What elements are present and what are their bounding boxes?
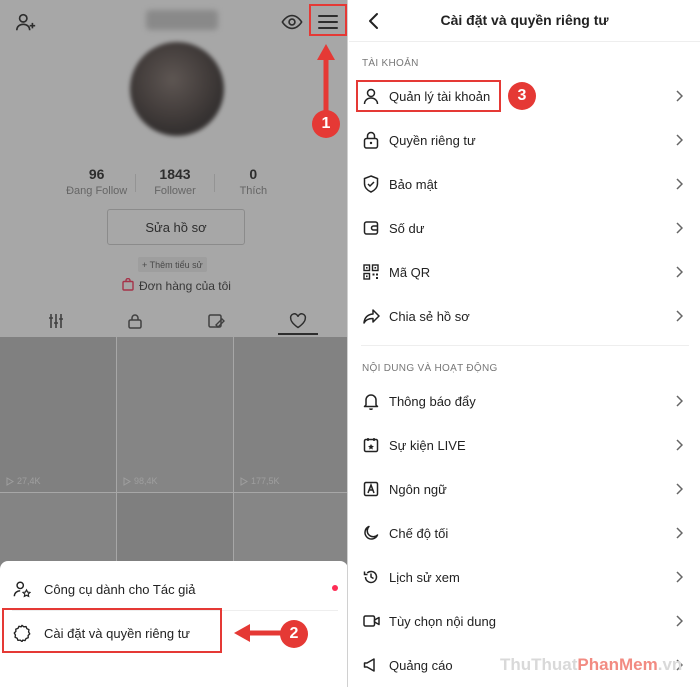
settings-item-dark-mode[interactable]: Chế độ tối (349, 511, 700, 555)
chevron-right-icon (672, 614, 686, 628)
chevron-right-icon (672, 265, 686, 279)
chevron-right-icon (672, 309, 686, 323)
bell-icon (361, 391, 381, 411)
chevron-right-icon (672, 133, 686, 147)
section-title-content: NỘI DUNG VÀ HOẠT ĐỘNG (362, 363, 498, 374)
annotation-arrow-left (234, 624, 284, 642)
chevron-right-icon (672, 221, 686, 235)
settings-item-push-notifications[interactable]: Thông báo đẩy (349, 379, 700, 423)
settings-item-label: Ngôn ngữ (389, 481, 447, 497)
section-title-account: TÀI KHOẢN (362, 58, 419, 69)
settings-item-label: Chế độ tối (389, 525, 449, 541)
chevron-right-icon (672, 570, 686, 584)
calendar-icon (361, 435, 381, 455)
chevron-right-icon (672, 482, 686, 496)
settings-item-label: Số dư (389, 220, 425, 236)
settings-item-content-preferences[interactable]: Tùy chọn nội dung (349, 599, 700, 643)
settings-item-security[interactable]: Bảo mật (349, 162, 700, 206)
step-badge-3: 3 (508, 82, 536, 110)
chevron-right-icon (672, 438, 686, 452)
video-icon (361, 611, 381, 631)
settings-item-qr-code[interactable]: Mã QR (349, 250, 700, 294)
settings-header: Cài đặt và quyền riêng tư (349, 0, 700, 42)
creator-tools-label: Công cụ dành cho Tác giả (44, 581, 196, 597)
highlight-menu-box (309, 4, 347, 36)
settings-item-label: Mã QR (389, 264, 431, 280)
step-badge-1: 1 (312, 110, 340, 138)
creator-tools-item[interactable]: Công cụ dành cho Tác giả (12, 569, 342, 609)
settings-item-watch-history[interactable]: Lịch sử xem (349, 555, 700, 599)
settings-item-label: Bảo mật (389, 176, 438, 192)
settings-item-label: Thông báo đẩy (389, 393, 476, 409)
settings-item-label: Lịch sử xem (389, 569, 460, 585)
profile-panel: 96 Đang Follow 1843 Follower 0 Thích Sửa… (0, 0, 348, 687)
screenshot-root: 96 Đang Follow 1843 Follower 0 Thích Sửa… (0, 0, 700, 687)
settings-item-balance[interactable]: Số dư (349, 206, 700, 250)
chevron-right-icon (672, 394, 686, 408)
notification-dot (332, 585, 338, 591)
highlight-manage-account-box (356, 80, 501, 112)
watermark-logo: ThuThuatPhanMem.vn (500, 655, 682, 675)
step-badge-2: 2 (280, 620, 308, 648)
settings-item-label: Quyền riêng tư (389, 132, 476, 148)
section-divider (361, 345, 689, 346)
creator-tools-icon (12, 579, 32, 599)
settings-item-label: Sự kiện LIVE (389, 437, 466, 453)
chevron-right-icon (672, 89, 686, 103)
annotation-arrow-up (317, 44, 335, 116)
chevron-right-icon (672, 177, 686, 191)
settings-item-language[interactable]: Ngôn ngữ (349, 467, 700, 511)
watermark-part: .vn (657, 655, 683, 674)
settings-item-live-events[interactable]: Sự kiện LIVE (349, 423, 700, 467)
megaphone-icon (361, 655, 381, 675)
watermark-part: ThuThuat (500, 655, 578, 674)
shield-icon (361, 174, 381, 194)
settings-item-label: Quảng cáo (389, 657, 453, 673)
moon-icon (361, 523, 381, 543)
settings-item-share-profile[interactable]: Chia sẻ hồ sơ (349, 294, 700, 338)
page-title: Cài đặt và quyền riêng tư (440, 12, 609, 28)
history-icon (361, 567, 381, 587)
settings-item-label: Chia sẻ hồ sơ (389, 308, 470, 324)
lock-icon (361, 130, 381, 150)
settings-item-label: Tùy chọn nội dung (389, 613, 496, 629)
chevron-right-icon (672, 526, 686, 540)
wallet-icon (361, 218, 381, 238)
share-icon (361, 306, 381, 326)
watermark-part: PhanMem (577, 655, 658, 674)
qr-icon (361, 262, 381, 282)
highlight-settings-box (2, 608, 222, 653)
language-icon (361, 479, 381, 499)
settings-item-privacy[interactable]: Quyền riêng tư (349, 118, 700, 162)
